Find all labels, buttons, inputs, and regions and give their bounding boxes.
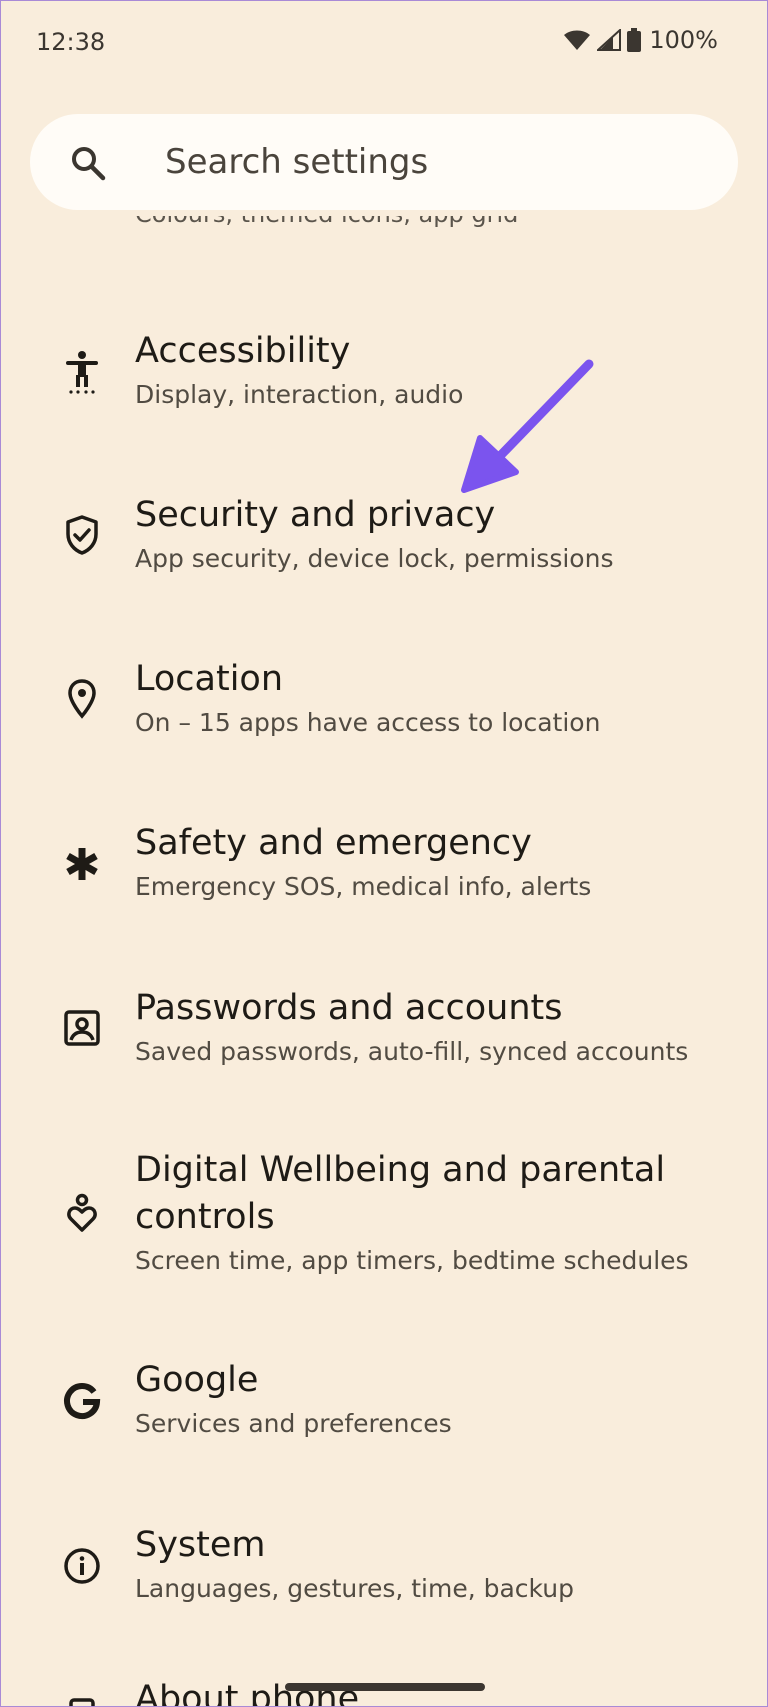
settings-item-security-privacy[interactable]: Security and privacy App security, devic… [0, 484, 768, 604]
location-pin-icon [60, 677, 104, 721]
item-title-line2: controls [135, 1197, 275, 1237]
settings-item-digital-wellbeing[interactable]: Digital Wellbeing and parental controls … [0, 1143, 768, 1283]
shield-check-icon [60, 513, 104, 557]
item-title: Safety and emergency [135, 823, 532, 863]
item-title: Passwords and accounts [135, 988, 563, 1028]
google-icon [60, 1379, 104, 1423]
phone-icon [60, 1696, 104, 1707]
item-subtitle: Screen time, app timers, bedtime schedul… [135, 1246, 689, 1275]
settings-item-accessibility[interactable]: Accessibility Display, interaction, audi… [0, 320, 768, 440]
status-bar: 12:38 100% [0, 0, 768, 86]
item-title: Security and privacy [135, 495, 496, 535]
status-icons: 100% [563, 26, 718, 54]
accessibility-icon [60, 350, 104, 394]
annotation-arrow-icon [461, 359, 594, 493]
settings-item-google[interactable]: Google Services and preferences [0, 1349, 768, 1469]
settings-item-safety-emergency[interactable]: Safety and emergency Emergency SOS, medi… [0, 812, 768, 932]
settings-item-location[interactable]: Location On – 15 apps have access to loc… [0, 648, 768, 768]
battery-icon [627, 28, 642, 52]
item-subtitle: On – 15 apps have access to location [135, 708, 601, 737]
partial-subtitle: Colours, themed icons, app grid [135, 216, 518, 246]
asterisk-icon [60, 842, 104, 886]
settings-item-passwords-accounts[interactable]: Passwords and accounts Saved passwords, … [0, 977, 768, 1097]
settings-item-system[interactable]: System Languages, gestures, time, backup [0, 1514, 768, 1634]
status-clock: 12:38 [36, 28, 106, 56]
wellbeing-icon [60, 1191, 104, 1235]
item-title: System [135, 1525, 266, 1565]
item-subtitle: Saved passwords, auto-fill, synced accou… [135, 1037, 689, 1066]
info-icon [60, 1544, 104, 1588]
item-title: Accessibility [135, 331, 351, 371]
cell-signal-icon [597, 29, 622, 51]
search-icon [70, 145, 106, 185]
wifi-icon [564, 30, 591, 50]
item-subtitle: Emergency SOS, medical info, alerts [135, 872, 592, 901]
gesture-nav-handle[interactable] [285, 1683, 485, 1691]
search-placeholder: Search settings [165, 142, 429, 182]
item-title: Google [135, 1360, 259, 1400]
item-title: Location [135, 659, 284, 699]
battery-percent: 100% [649, 26, 718, 54]
item-subtitle: Languages, gestures, time, backup [135, 1574, 574, 1603]
search-bar[interactable]: Search settings [30, 114, 738, 210]
item-subtitle: App security, device lock, permissions [135, 544, 614, 573]
item-subtitle: Services and preferences [135, 1409, 452, 1438]
item-title: About phone [135, 1679, 360, 1707]
item-title: Digital Wellbeing and parental [135, 1150, 666, 1190]
account-box-icon [60, 1006, 104, 1050]
item-subtitle: Display, interaction, audio [135, 380, 464, 409]
